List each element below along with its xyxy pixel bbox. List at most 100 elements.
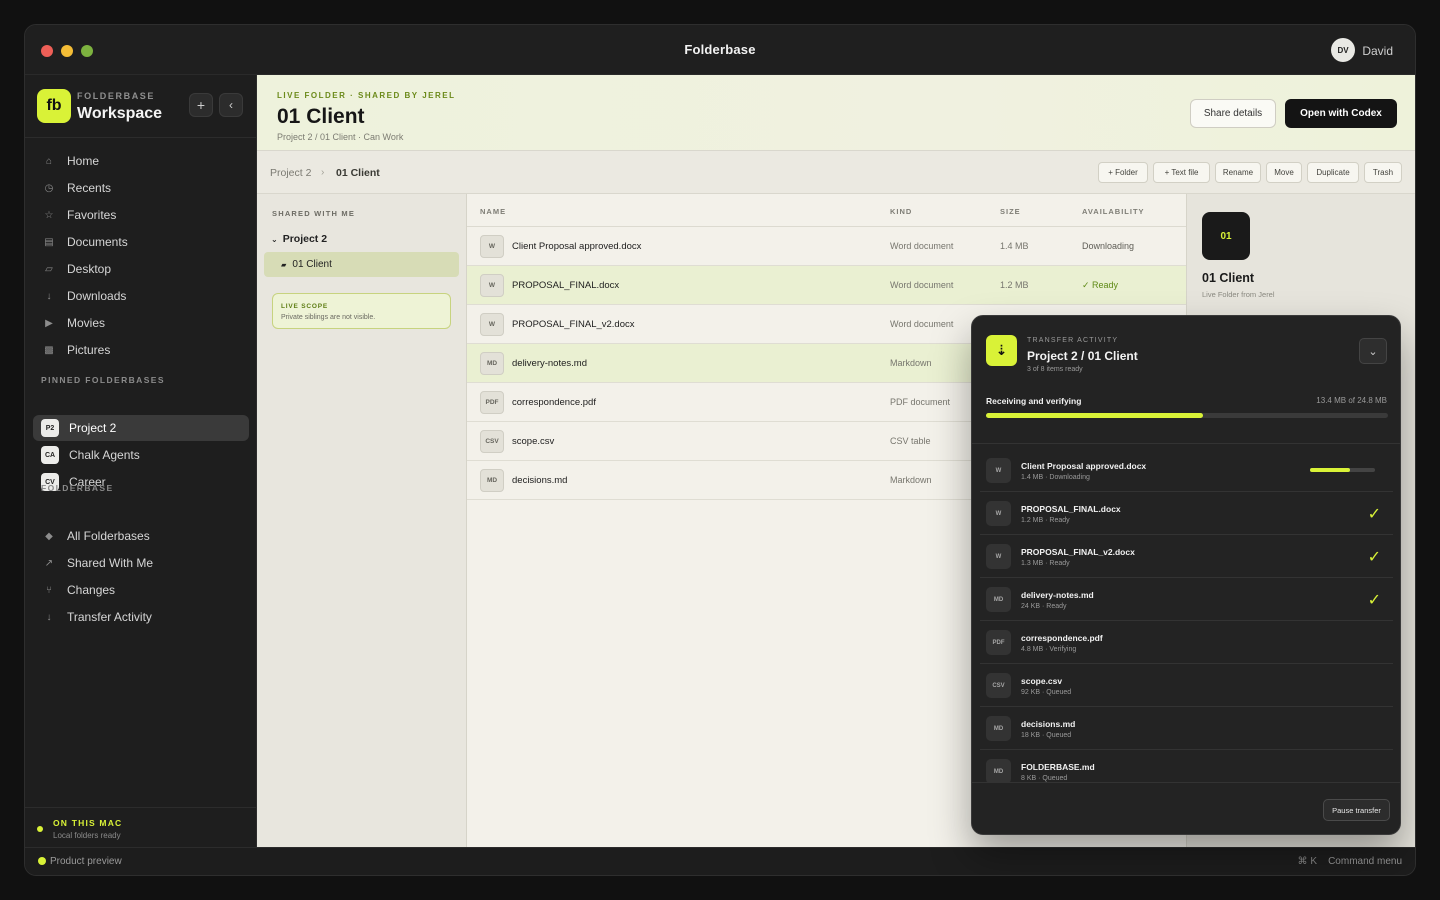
command-shortcut: ⌘ K [1297, 856, 1317, 867]
rename-button[interactable]: Rename [1215, 162, 1261, 183]
pinned-heading: PINNED FOLDERBASES [41, 375, 165, 385]
file-availability: Downloading [1082, 241, 1135, 251]
table-row[interactable]: W PROPOSAL_FINAL.docx Word document 1.2 MB ✓… [467, 266, 1186, 305]
tree-root-project[interactable]: ⌄ Project 2 [271, 233, 327, 245]
scope-subtitle: Private siblings are not visible. [281, 314, 376, 321]
file-name: scope.csv [512, 436, 555, 447]
column-header-name[interactable]: NAME [480, 207, 506, 216]
folderbase-badge: P2 [41, 419, 59, 437]
file-type-icon: W [986, 544, 1011, 569]
file-kind: Word document [890, 280, 954, 290]
transfer-item-meta: 1.4 MB · Downloading [1021, 474, 1090, 481]
file-name: PROPOSAL_FINAL.docx [512, 280, 620, 291]
command-menu-link[interactable]: Command menu [1328, 856, 1402, 867]
file-type-icon: W [480, 235, 504, 258]
play-icon: ▶ [45, 317, 53, 329]
add-button[interactable]: + [189, 93, 213, 117]
pinned-folderbase-ca[interactable]: CA Chalk Agents [33, 442, 249, 468]
sidebar-item-transfer-activity[interactable]: ↓ Transfer Activity [33, 604, 249, 630]
status-dot-icon [37, 826, 43, 832]
table-row[interactable]: W Client Proposal approved.docx Word docum… [467, 227, 1186, 266]
sidebar: fb FOLDERBASE Workspace + ‹ ⌂ Home ◷ Recent… [25, 75, 257, 849]
sidebar-item-favorites[interactable]: ☆ Favorites [33, 202, 249, 228]
overall-progress-fill [986, 413, 1204, 418]
file-kind: Markdown [890, 475, 932, 485]
window-title: Folderbase [684, 42, 756, 57]
collapse-sidebar-button[interactable]: ‹ [219, 93, 243, 117]
transfer-item-meta: 18 KB · Queued [1021, 732, 1072, 739]
page-subtitle: Project 2 / 01 Client · Can Work [277, 132, 404, 142]
popover-divider [972, 443, 1400, 444]
item-progress-fill [1310, 468, 1351, 472]
user-avatar[interactable]: DV [1331, 38, 1355, 62]
item-progress-bar [1310, 468, 1375, 472]
file-type-icon: MD [986, 716, 1011, 741]
tree-item-client[interactable]: ▰ 01 Client [264, 252, 459, 277]
sidebar-item-desktop[interactable]: ▱ Desktop [33, 256, 249, 282]
transfer-item-name: FOLDERBASE.md [1021, 762, 1095, 772]
pause-transfer-button[interactable]: Pause transfer [1323, 799, 1390, 821]
file-type-icon: W [986, 501, 1011, 526]
status-dot-icon [38, 857, 46, 865]
new-folder-button[interactable]: + Folder [1098, 162, 1148, 183]
collapse-popover-button[interactable]: ⌄ [1359, 338, 1387, 364]
column-header-kind[interactable]: KIND [890, 207, 912, 216]
transfer-item[interactable]: PDF correspondence.pdf 4.8 MB · Verifying [980, 621, 1393, 664]
file-type-icon: MD [986, 587, 1011, 612]
sidebar-item-recents[interactable]: ◷ Recents [33, 175, 249, 201]
file-size: 1.4 MB [1000, 241, 1029, 251]
transfer-item[interactable]: W Client Proposal approved.docx 1.4 MB · D… [980, 449, 1393, 492]
duplicate-button[interactable]: Duplicate [1307, 162, 1359, 183]
progress-label: Receiving and verifying [986, 396, 1082, 406]
overall-progress-bar [986, 413, 1388, 418]
share-details-button[interactable]: Share details [1190, 99, 1276, 128]
trash-button[interactable]: Trash [1364, 162, 1402, 183]
transfer-item[interactable]: MD delivery-notes.md 24 KB · Ready ✓ [980, 578, 1393, 621]
transfer-item[interactable]: W PROPOSAL_FINAL_v2.docx 1.3 MB · Ready ✓ [980, 535, 1393, 578]
column-header-availability[interactable]: AVAILABILITY [1082, 207, 1145, 216]
plus-icon: + [196, 97, 206, 113]
transfer-item-meta: 8 KB · Queued [1021, 775, 1068, 782]
open-with-codex-button[interactable]: Open with Codex [1285, 99, 1397, 128]
file-type-icon: W [480, 274, 504, 297]
user-name[interactable]: David [1362, 44, 1393, 58]
sidebar-item-movies[interactable]: ▶ Movies [33, 310, 249, 336]
move-button[interactable]: Move [1266, 162, 1302, 183]
column-header-size[interactable]: SIZE [1000, 207, 1021, 216]
transfer-item[interactable]: MD decisions.md 18 KB · Queued [980, 707, 1393, 750]
transfer-item-meta: 1.3 MB · Ready [1021, 560, 1070, 567]
transfer-item-meta: 92 KB · Queued [1021, 689, 1072, 696]
folderbase-heading: FOLDERBASE [41, 483, 114, 493]
sidebar-item-all-folderbases[interactable]: ◆ All Folderbases [33, 523, 249, 549]
folder-badge: 01 [1202, 212, 1250, 260]
desktop-icon: ▱ [45, 263, 53, 275]
sidebar-item-pictures[interactable]: ▩ Pictures [33, 337, 249, 363]
sidebar-item-downloads[interactable]: ↓ Downloads [33, 283, 249, 309]
transfer-item[interactable]: W PROPOSAL_FINAL.docx 1.2 MB · Ready ✓ [980, 492, 1393, 535]
new-text-file-button[interactable]: + Text file [1153, 162, 1210, 183]
file-type-icon: CSV [480, 430, 504, 453]
sidebar-item-label: Pictures [67, 343, 111, 357]
sidebar-item-shared-with-me[interactable]: ↗ Shared With Me [33, 550, 249, 576]
sidebar-item-label: Favorites [67, 208, 117, 222]
transfer-item[interactable]: CSV scope.csv 92 KB · Queued [980, 664, 1393, 707]
app-logo: fb [37, 89, 71, 123]
sidebar-item-changes[interactable]: ⑂ Changes [33, 577, 249, 603]
sidebar-item-documents[interactable]: ▤ Documents [33, 229, 249, 255]
checkmark-icon: ✓ [1367, 506, 1381, 523]
sidebar-item-label: Shared With Me [67, 556, 154, 570]
file-type-icon: W [480, 313, 504, 336]
sidebar-footer: ON THIS MAC Local folders ready [25, 807, 256, 849]
live-scope-note: LIVE SCOPE Private siblings are not visi… [272, 293, 451, 329]
file-type-icon: W [986, 458, 1011, 483]
toolbar: Project 2 › 01 Client + Folder + Text fi… [257, 151, 1415, 194]
transfer-item-meta: 24 KB · Ready [1021, 603, 1067, 610]
sidebar-item-label: Documents [67, 235, 128, 249]
page-kicker: LIVE FOLDER · SHARED BY JEREL [277, 91, 456, 100]
file-name: Client Proposal approved.docx [512, 241, 642, 252]
inspector-name: 01 Client [1202, 271, 1255, 285]
sidebar-item-home[interactable]: ⌂ Home [33, 148, 249, 174]
breadcrumb-project[interactable]: Project 2 [270, 167, 311, 179]
page-header: LIVE FOLDER · SHARED BY JEREL 01 Client … [257, 75, 1415, 151]
pinned-folderbase-p2[interactable]: P2 Project 2 [33, 415, 249, 441]
